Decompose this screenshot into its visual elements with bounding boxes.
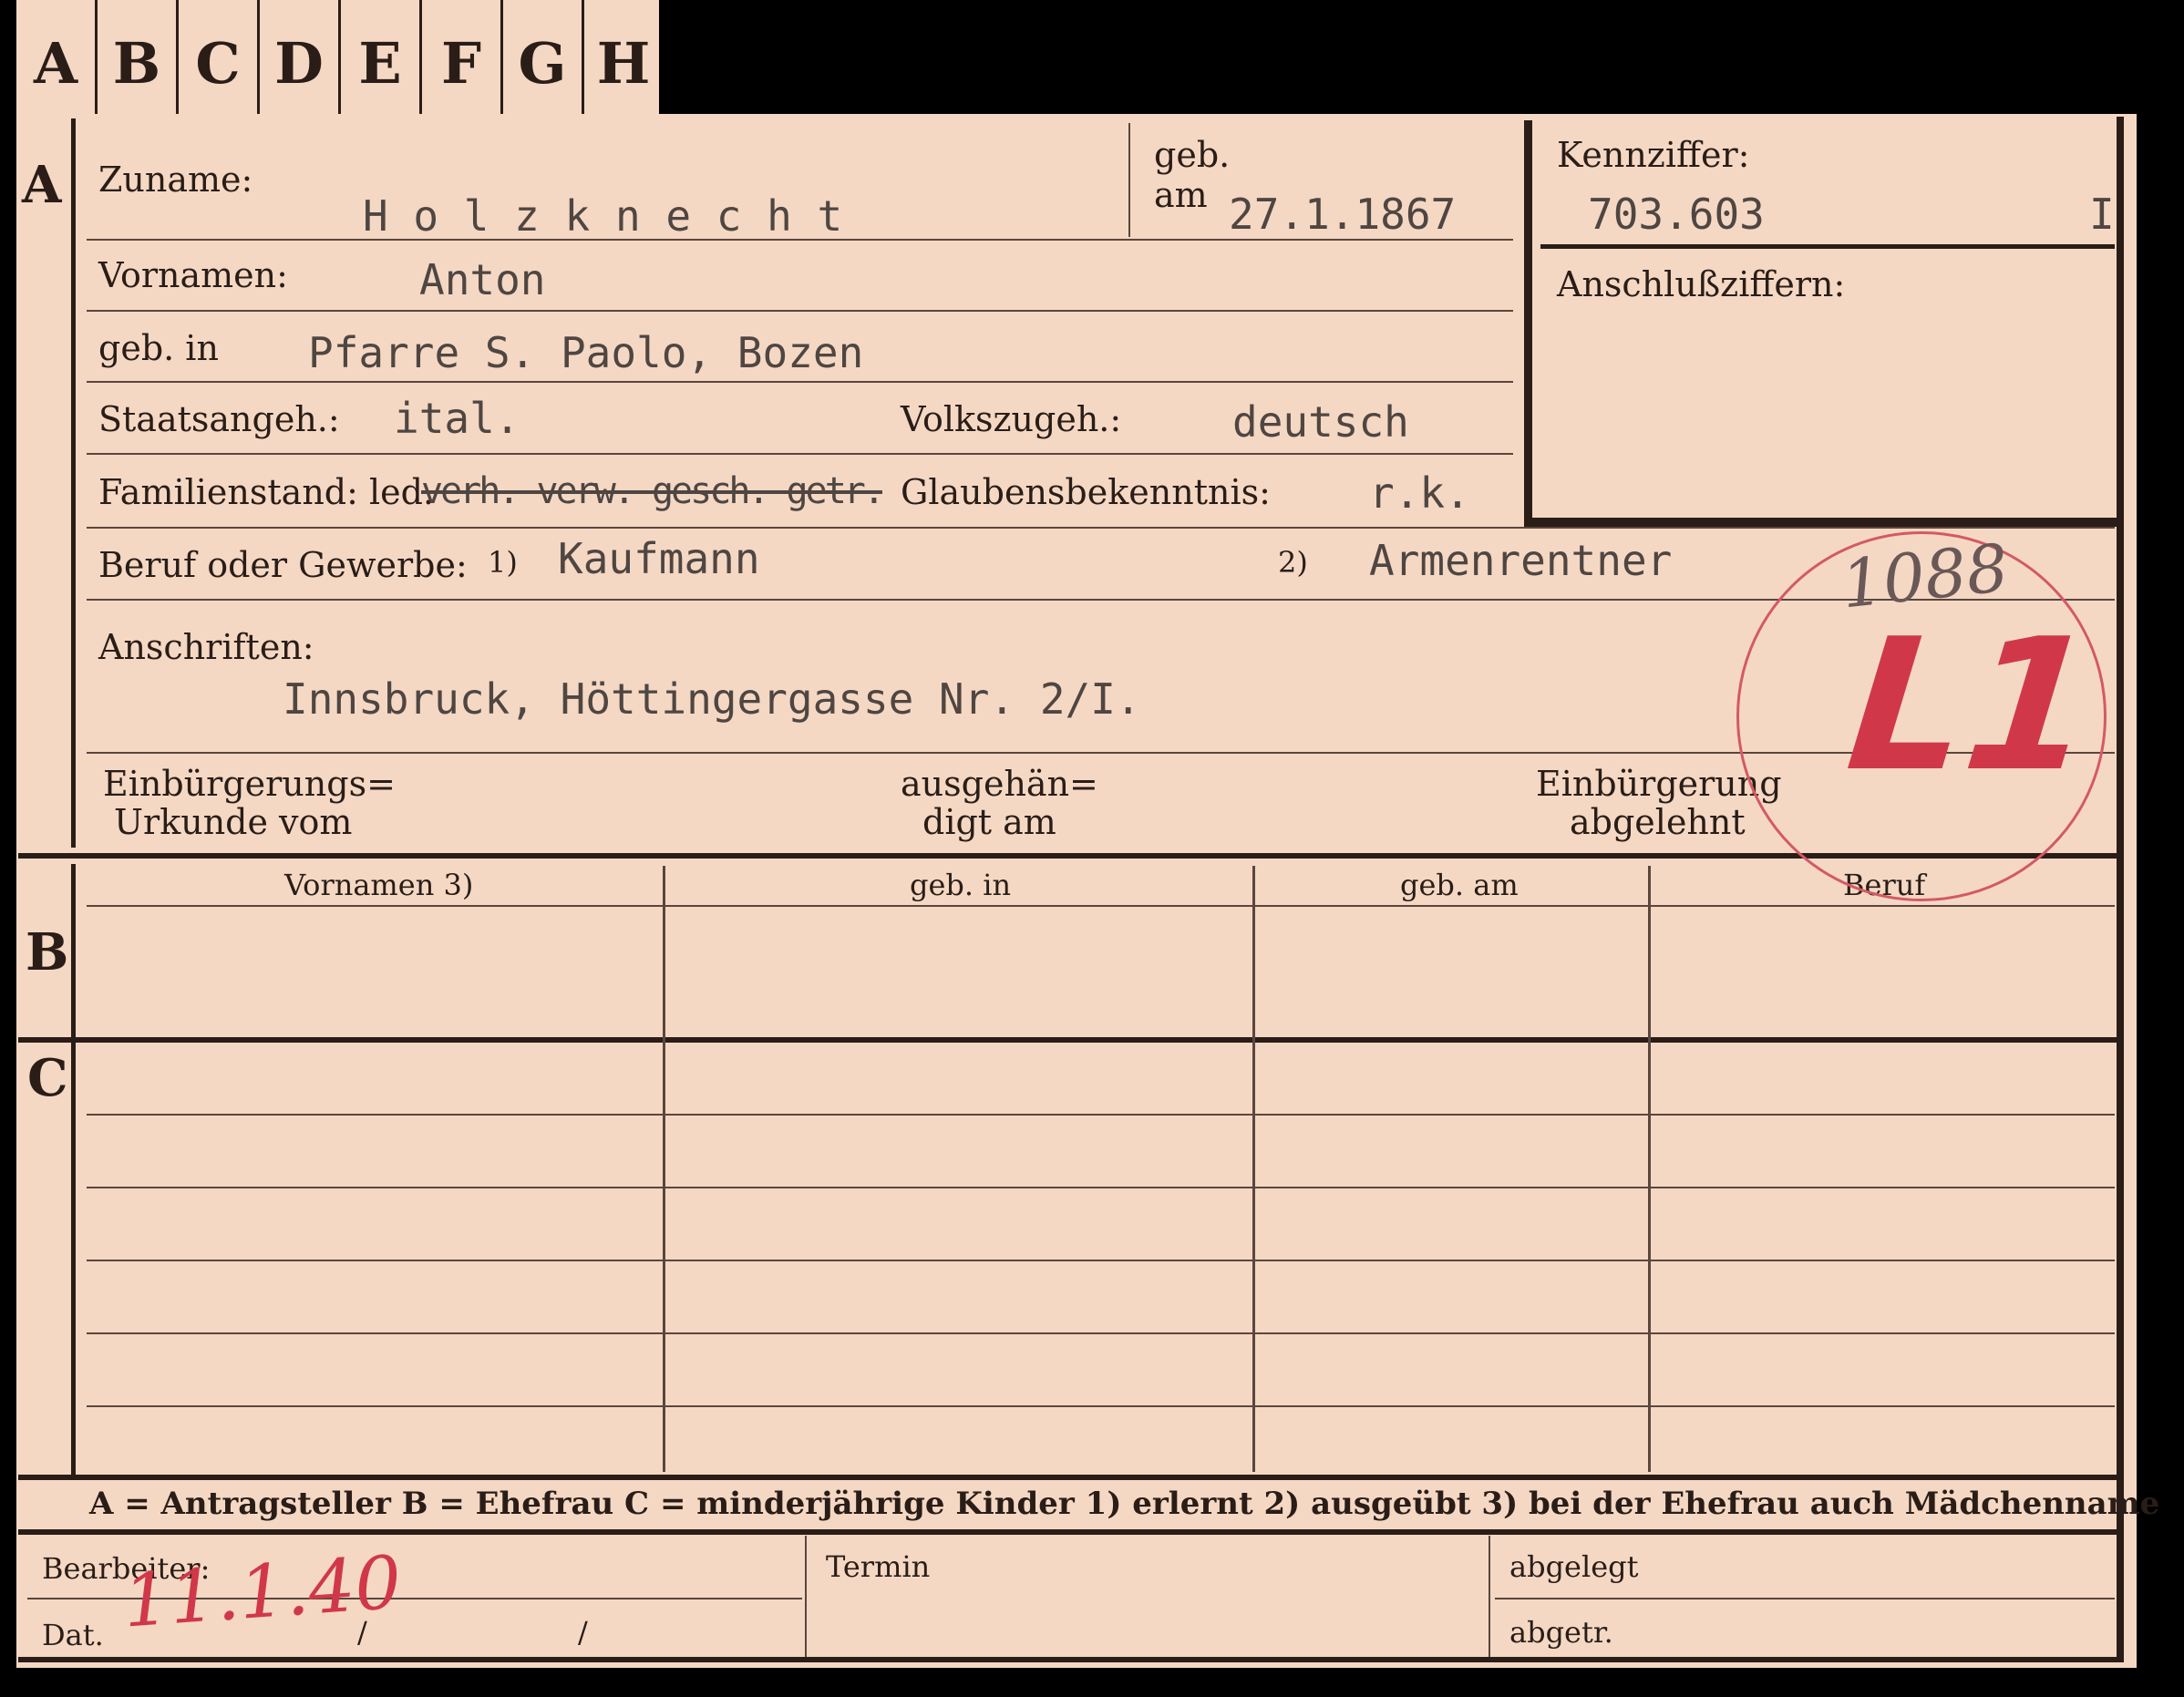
tab-e[interactable]: E (341, 0, 422, 117)
first-names-value: Anton (419, 255, 546, 304)
tab-b[interactable]: B (98, 0, 179, 117)
marital-struck-options: verh. verw. gesch. getr. (421, 470, 885, 512)
section-a-letter: A (22, 155, 62, 215)
zuname-label: Zuname: (98, 159, 253, 200)
tab-f[interactable]: F (422, 0, 503, 117)
abgetr-label: abgetr. (1509, 1615, 1613, 1650)
einbuergerung-urkunde-label-1: Einbürgerungs= (103, 764, 396, 804)
kennziffer-box-left (1524, 120, 1532, 529)
abgelegt-label: abgelegt (1509, 1549, 1639, 1584)
ausgehaendigt-label-2: digt am (922, 802, 1056, 842)
birthplace-value: Pfarre S. Paolo, Bozen (308, 328, 864, 377)
letter-tab-strip: A B C D E F G H (16, 0, 659, 120)
legend-top (18, 1475, 2119, 1480)
line-familien (87, 527, 2115, 529)
c-row-line-1 (87, 1114, 2115, 1116)
citizenship-value: ital. (394, 394, 520, 443)
c-row-line-4 (87, 1332, 2115, 1334)
familienstand-label: Familienstand: led. (98, 472, 435, 512)
section-c-letter: C (27, 1048, 68, 1108)
legend-bottom (18, 1529, 2119, 1535)
ausgehaendigt-label-1: ausgehän= (901, 764, 1098, 804)
footer-line-right (1495, 1598, 2115, 1599)
einbuergerung-abgelehnt-label-2: abgelehnt (1570, 802, 1746, 842)
tab-c[interactable]: C (179, 0, 260, 117)
tab-g[interactable]: G (503, 0, 584, 117)
kennziffer-suffix: I (2089, 190, 2115, 239)
religion-value: r.k. (1369, 468, 1470, 518)
card-bottom-border (18, 1657, 2124, 1662)
col-header-geb-in: geb. in (910, 868, 1012, 902)
footer-divider-1 (805, 1536, 807, 1659)
birthdate-value: 27.1.1867 (1229, 190, 1457, 239)
glaube-label: Glaubensbekenntnis: (901, 472, 1271, 512)
section-divider-vertical-lower (71, 864, 76, 1475)
geb-in-label: geb. in (98, 328, 219, 368)
date-slash-2: / (578, 1615, 588, 1650)
am-label: am (1154, 175, 1208, 215)
anschluss-label: Anschlußziffern: (1557, 264, 1846, 304)
geb-label: geb. (1154, 135, 1231, 175)
c-row-line-3 (87, 1260, 2115, 1261)
section-divider-vertical (71, 118, 76, 848)
kennziffer-value: 703.603 (1588, 190, 1765, 239)
footer-divider-2 (1489, 1536, 1490, 1659)
tab-a[interactable]: A (16, 0, 98, 117)
tab-h[interactable]: H (584, 0, 663, 117)
surname-value: H o l z k n e c h t (363, 191, 843, 241)
footnote-1-marker: 1) (488, 545, 518, 580)
dat-label: Dat. (42, 1618, 104, 1652)
line-staat (87, 453, 1513, 455)
footnote-2-marker: 2) (1278, 545, 1308, 580)
c-row-line-2 (87, 1187, 2115, 1188)
c-row-line-5 (87, 1405, 2115, 1407)
staatsangeh-label: Staatsangeh.: (98, 399, 340, 439)
col-header-geb-am: geb. am (1400, 868, 1519, 902)
volkszugeh-label: Volkszugeh.: (901, 399, 1122, 439)
col-divider-1 (663, 866, 665, 1472)
line-gebin (87, 381, 1513, 383)
b-header-line (87, 905, 2115, 907)
ethnicity-value: deutsch (1232, 397, 1409, 447)
col-header-vornamen: Vornamen 3) (284, 868, 474, 902)
anschriften-label: Anschriften: (98, 627, 314, 667)
geb-separator (1128, 123, 1130, 237)
section-b-bottom (18, 1037, 2119, 1043)
legend-text: A = Antragsteller B = Ehefrau C = minder… (89, 1486, 2160, 1522)
occupation-practiced-value: Armenrentner (1369, 536, 1673, 585)
section-b-letter: B (26, 922, 69, 982)
line-vornamen (87, 310, 1513, 312)
beruf-label: Beruf oder Gewerbe: (98, 545, 468, 585)
tab-d[interactable]: D (260, 0, 341, 117)
card-right-border (2117, 117, 2124, 1657)
kennziffer-box-bottom (1524, 518, 2117, 527)
kennziffer-underline (1540, 244, 2115, 249)
einbuergerung-urkunde-label-2: Urkunde vom (114, 802, 353, 842)
address-value: Innsbruck, Höttingergasse Nr. 2/I. (283, 674, 1141, 724)
vornamen-label: Vornamen: (98, 255, 288, 295)
kennziffer-label: Kennziffer: (1557, 135, 1750, 175)
occupation-learned-value: Kaufmann (558, 534, 760, 583)
col-divider-2 (1252, 866, 1255, 1472)
col-divider-3 (1648, 866, 1651, 1472)
termin-label: Termin (826, 1549, 931, 1584)
stamp-code: L1 (1839, 600, 2105, 812)
